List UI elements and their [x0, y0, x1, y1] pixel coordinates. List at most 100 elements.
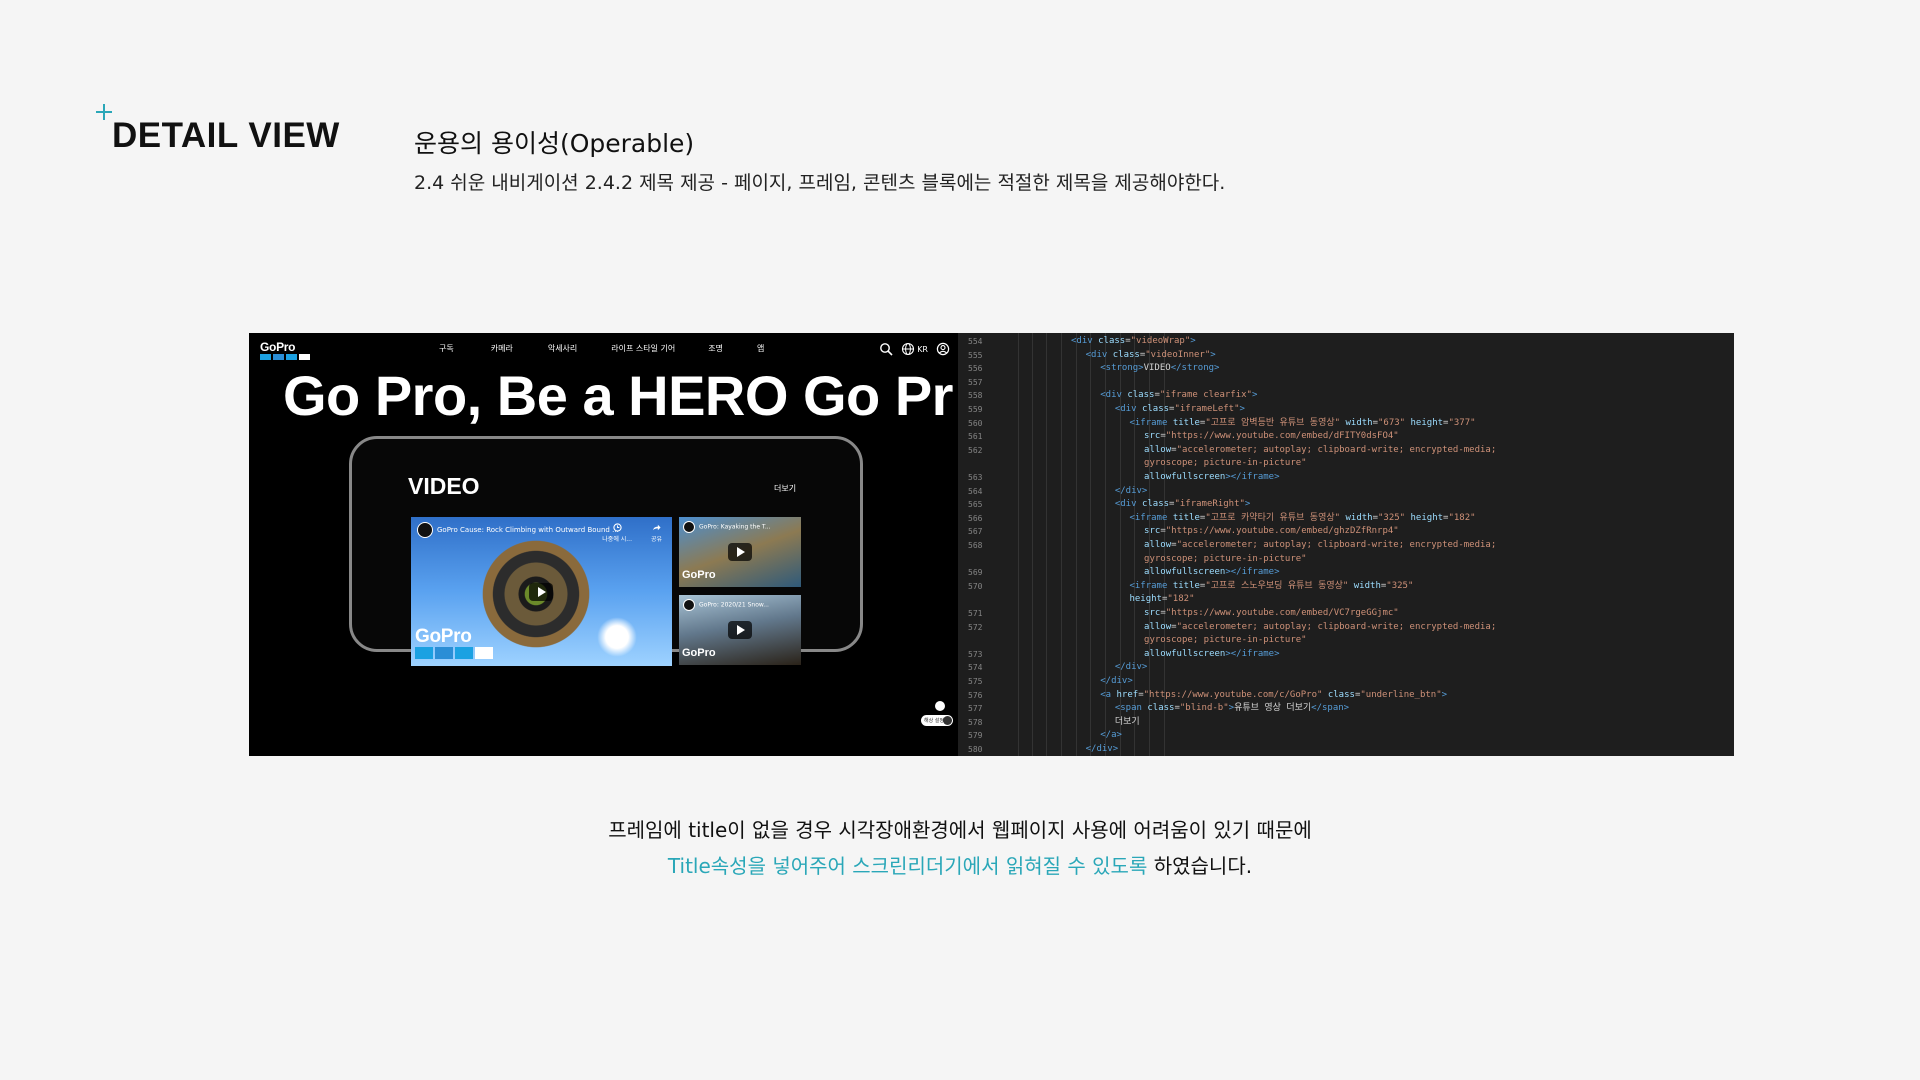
line-number: 579 [968, 731, 983, 741]
nav-item-lifestyle[interactable]: 라이프 스타일 기어 [611, 343, 675, 354]
code-text: allowfullscreen></iframe> [1144, 472, 1280, 482]
channel-avatar [417, 522, 433, 538]
share-icon [652, 524, 661, 531]
code-text: src="https://www.youtube.com/embed/VC7rg… [1144, 608, 1399, 618]
code-text: <iframe title="고프로 암벽등반 유튜브 동영상" width="… [1129, 417, 1476, 428]
share-button[interactable]: 공유 [651, 523, 662, 543]
line-number: 577 [968, 704, 983, 714]
description-rest: 하였습니다. [1147, 854, 1253, 878]
line-number: 575 [968, 677, 983, 686]
code-text: <div class="videoInner"> [1085, 349, 1216, 360]
guideline-text: 2.4 쉬운 내비게이션 2.4.2 제목 제공 - 페이지, 프레임, 콘텐츠… [414, 172, 1226, 194]
line-number: 555 [968, 350, 983, 360]
scroll-top-icon[interactable] [935, 701, 945, 711]
video-section-title: VIDEO [408, 473, 480, 499]
video-device-frame: VIDEO 더보기 GoPro Cause: Rock Climbing wit… [349, 436, 863, 666]
line-number: 559 [968, 405, 983, 414]
line-number: 567 [968, 527, 983, 537]
code-text: </div> [1114, 485, 1148, 496]
code-text: gyroscope; picture-in-picture" [1144, 553, 1307, 564]
line-number: 564 [968, 486, 983, 496]
code-text: <div class="iframeLeft"> [1114, 404, 1245, 414]
line-number: 557 [968, 377, 983, 387]
gopro-site-preview: GoPro 구독 카메라 악세사리 라이프 스타일 기어 조명 앱 KR Go … [249, 333, 958, 756]
code-text: allow="accelerometer; autoplay; clipboar… [1144, 444, 1497, 455]
user-icon[interactable] [936, 342, 950, 356]
description-highlight: Title속성을 넣어주어 스크린리더기에서 읽혀질 수 있도록 [667, 854, 1148, 878]
thumb-gopro-logo: GoPro [682, 647, 716, 659]
line-number: 560 [968, 418, 983, 428]
description-line-2: Title속성을 넣어주어 스크린리더기에서 읽혀질 수 있도록 하였습니다. [0, 850, 1920, 879]
line-number: 568 [968, 541, 983, 550]
line-number: 572 [968, 622, 983, 632]
hero-headline: Go Pro, Be a HERO Go Pr [283, 364, 953, 427]
code-text: height="182" [1129, 594, 1195, 605]
code-text: 더보기 [1114, 716, 1140, 727]
channel-avatar [683, 521, 695, 533]
language-label: KR [917, 344, 928, 354]
code-text: allowfullscreen></iframe> [1144, 648, 1280, 659]
nav-item-lighting[interactable]: 조명 [708, 343, 723, 354]
thumb1-title: GoPro: Kayaking the T... [699, 523, 771, 531]
page-heading: 운용의 용이성(Operable) [414, 129, 695, 158]
code-text: <div class="iframe clearfix"> [1100, 390, 1258, 401]
channel-avatar [683, 599, 695, 611]
line-number: 578 [968, 717, 983, 727]
code-text: allow="accelerometer; autoplay; clipboar… [1144, 621, 1497, 632]
code-text: </div> [1085, 744, 1119, 754]
code-text: </div> [1100, 676, 1133, 686]
line-number: 566 [968, 513, 983, 523]
code-text: <strong>VIDEO</strong> [1100, 363, 1220, 374]
code-text: gyroscope; picture-in-picture" [1144, 458, 1307, 469]
play-icon[interactable] [728, 543, 752, 561]
main-video-title: GoPro Cause: Rock Climbing with Outward … [437, 526, 619, 534]
snow-video-embed[interactable]: GoPro: 2020/21 Snow... GoPro [679, 595, 801, 665]
nav-item-app[interactable]: 앱 [757, 343, 764, 354]
code-text: <iframe title="고프로 스노우보딩 유튜브 동영상" width=… [1129, 580, 1414, 591]
nav-item-accessories[interactable]: 악세사리 [548, 343, 577, 354]
line-number: 561 [968, 432, 983, 442]
nav-item-subscribe[interactable]: 구독 [439, 343, 454, 354]
site-tools: KR [879, 342, 950, 356]
settings-toggle[interactable]: 해상 설정 [921, 715, 953, 726]
line-number: 573 [968, 649, 983, 659]
code-text: <a href="https://www.youtube.com/c/GoPro… [1100, 689, 1448, 700]
code-text: allow="accelerometer; autoplay; clipboar… [1144, 540, 1497, 550]
code-editor: 554 <div class="videoWrap"> 555 <div class=… [958, 333, 1734, 756]
clock-icon [613, 523, 622, 532]
line-number: 571 [968, 609, 983, 618]
line-number: 580 [968, 745, 983, 754]
code-text: src="https://www.youtube.com/embed/ghzDZ… [1144, 526, 1399, 537]
line-number: 574 [968, 663, 983, 673]
play-icon[interactable] [728, 621, 752, 639]
line-number: 562 [968, 445, 983, 455]
comparison-screenshot: GoPro 구독 카메라 악세사리 라이프 스타일 기어 조명 앱 KR Go … [249, 333, 1734, 756]
play-icon[interactable] [529, 583, 553, 601]
line-number: 554 [968, 337, 983, 346]
site-nav: 구독 카메라 악세사리 라이프 스타일 기어 조명 앱 [439, 343, 764, 354]
code-text: <div class="iframeRight"> [1114, 499, 1251, 510]
line-number: 569 [968, 568, 983, 578]
more-link[interactable]: 더보기 [774, 483, 796, 494]
language-selector[interactable]: KR [901, 342, 928, 356]
gopro-logo[interactable]: GoPro [260, 341, 312, 361]
kayaking-video-embed[interactable]: GoPro: Kayaking the T... GoPro [679, 517, 801, 587]
code-text: <div class="videoWrap"> [1071, 336, 1196, 346]
main-video-embed[interactable]: GoPro Cause: Rock Climbing with Outward … [411, 517, 672, 666]
line-number: 565 [968, 500, 983, 510]
nav-item-camera[interactable]: 카메라 [491, 343, 513, 354]
code-text: allowfullscreen></iframe> [1144, 567, 1280, 578]
watch-later-button[interactable]: 나중에 시... [602, 523, 632, 543]
code-text: </a> [1100, 730, 1122, 741]
line-number: 570 [968, 581, 983, 591]
search-icon[interactable] [879, 342, 893, 356]
line-number: 576 [968, 690, 983, 700]
line-number: 556 [968, 364, 983, 374]
line-number: 563 [968, 473, 983, 482]
code-text: </div> [1114, 662, 1148, 673]
code-text: <span class="blind-b">유튜브 영상 더보기</span> [1114, 703, 1350, 714]
description-line-1: 프레임에 title이 없을 경우 시각장애환경에서 웹페이지 사용에 어려움이… [608, 818, 1312, 842]
thumb2-title: GoPro: 2020/21 Snow... [699, 601, 769, 609]
section-title: DETAIL VIEW [112, 116, 340, 155]
globe-icon [902, 342, 915, 356]
